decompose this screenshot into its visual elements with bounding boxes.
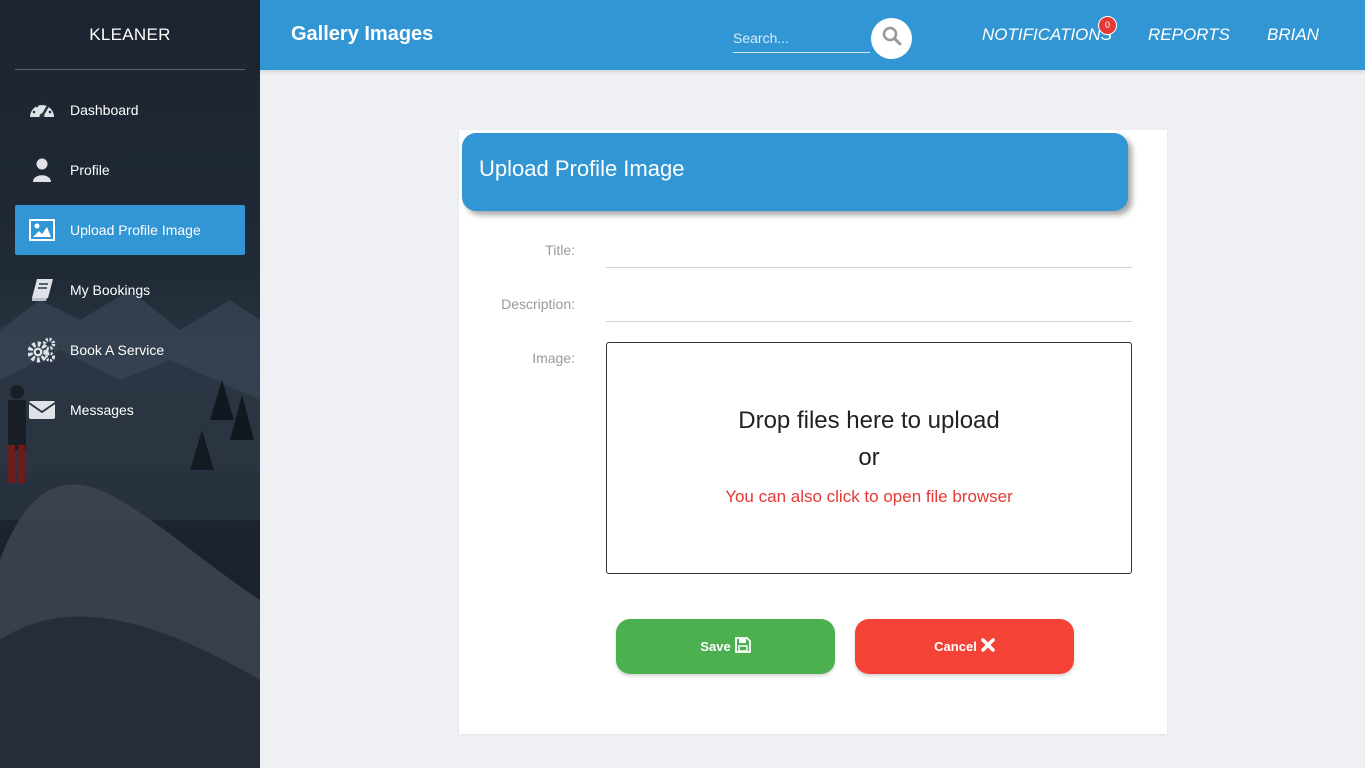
close-icon xyxy=(981,638,995,655)
sidebar-item-upload-profile-image[interactable]: Upload Profile Image xyxy=(15,205,245,255)
sidebar-item-label: Profile xyxy=(70,162,110,178)
search-input[interactable] xyxy=(733,24,870,53)
save-button[interactable]: Save xyxy=(616,619,835,674)
notifications-link[interactable]: NOTIFICATIONS xyxy=(982,25,1112,45)
gears-icon xyxy=(27,335,57,365)
user-menu-link[interactable]: BRIAN xyxy=(1267,25,1319,45)
sidebar-item-messages[interactable]: Messages xyxy=(15,385,245,435)
envelope-icon xyxy=(27,395,57,425)
sidebar-nav: Dashboard Profile Upload Profile Image M… xyxy=(15,85,245,445)
sidebar-item-label: Upload Profile Image xyxy=(70,222,201,238)
cancel-button[interactable]: Cancel xyxy=(855,619,1074,674)
card-title: Upload Profile Image xyxy=(479,156,685,181)
sidebar-item-label: Book A Service xyxy=(70,342,165,358)
sidebar-item-profile[interactable]: Profile xyxy=(15,145,245,195)
save-button-label: Save xyxy=(700,639,731,654)
sidebar: KLEANER Dashboard Profile Upload Profile… xyxy=(0,0,260,768)
card-header: Upload Profile Image xyxy=(462,133,1128,211)
top-navbar: Gallery Images NOTIFICATIONS 0 REPORTS B… xyxy=(260,0,1365,70)
sidebar-item-book-a-service[interactable]: Book A Service xyxy=(15,325,245,375)
sidebar-item-my-bookings[interactable]: My Bookings xyxy=(15,265,245,315)
sidebar-item-label: Messages xyxy=(70,402,134,418)
sidebar-item-label: My Bookings xyxy=(70,282,151,298)
sidebar-item-dashboard[interactable]: Dashboard xyxy=(15,85,245,135)
upload-form-card: Upload Profile Image Title: Description:… xyxy=(459,130,1167,734)
search-icon xyxy=(882,26,902,51)
sidebar-item-label: Dashboard xyxy=(70,102,139,118)
image-dropzone[interactable]: Drop files here to upload or You can als… xyxy=(606,342,1132,574)
brand-logo[interactable]: KLEANER xyxy=(15,0,245,70)
dashboard-icon xyxy=(27,95,57,125)
user-icon xyxy=(27,155,57,185)
title-label: Title: xyxy=(545,242,575,258)
notification-count-badge: 0 xyxy=(1098,16,1117,35)
description-field[interactable] xyxy=(606,292,1132,322)
title-field[interactable] xyxy=(606,238,1132,268)
reports-link[interactable]: REPORTS xyxy=(1148,25,1230,45)
dropzone-browse-hint: You can also click to open file browser xyxy=(725,487,1013,506)
dropzone-or: or xyxy=(858,444,880,471)
search-button[interactable] xyxy=(871,18,912,59)
book-icon xyxy=(27,275,57,305)
page-title: Gallery Images xyxy=(291,23,434,45)
floppy-disk-icon xyxy=(734,637,751,656)
image-label: Image: xyxy=(532,350,575,366)
dropzone-message: Drop files here to upload xyxy=(738,407,1000,434)
image-icon xyxy=(27,215,57,245)
cancel-button-label: Cancel xyxy=(934,639,977,654)
description-label: Description: xyxy=(501,296,575,312)
